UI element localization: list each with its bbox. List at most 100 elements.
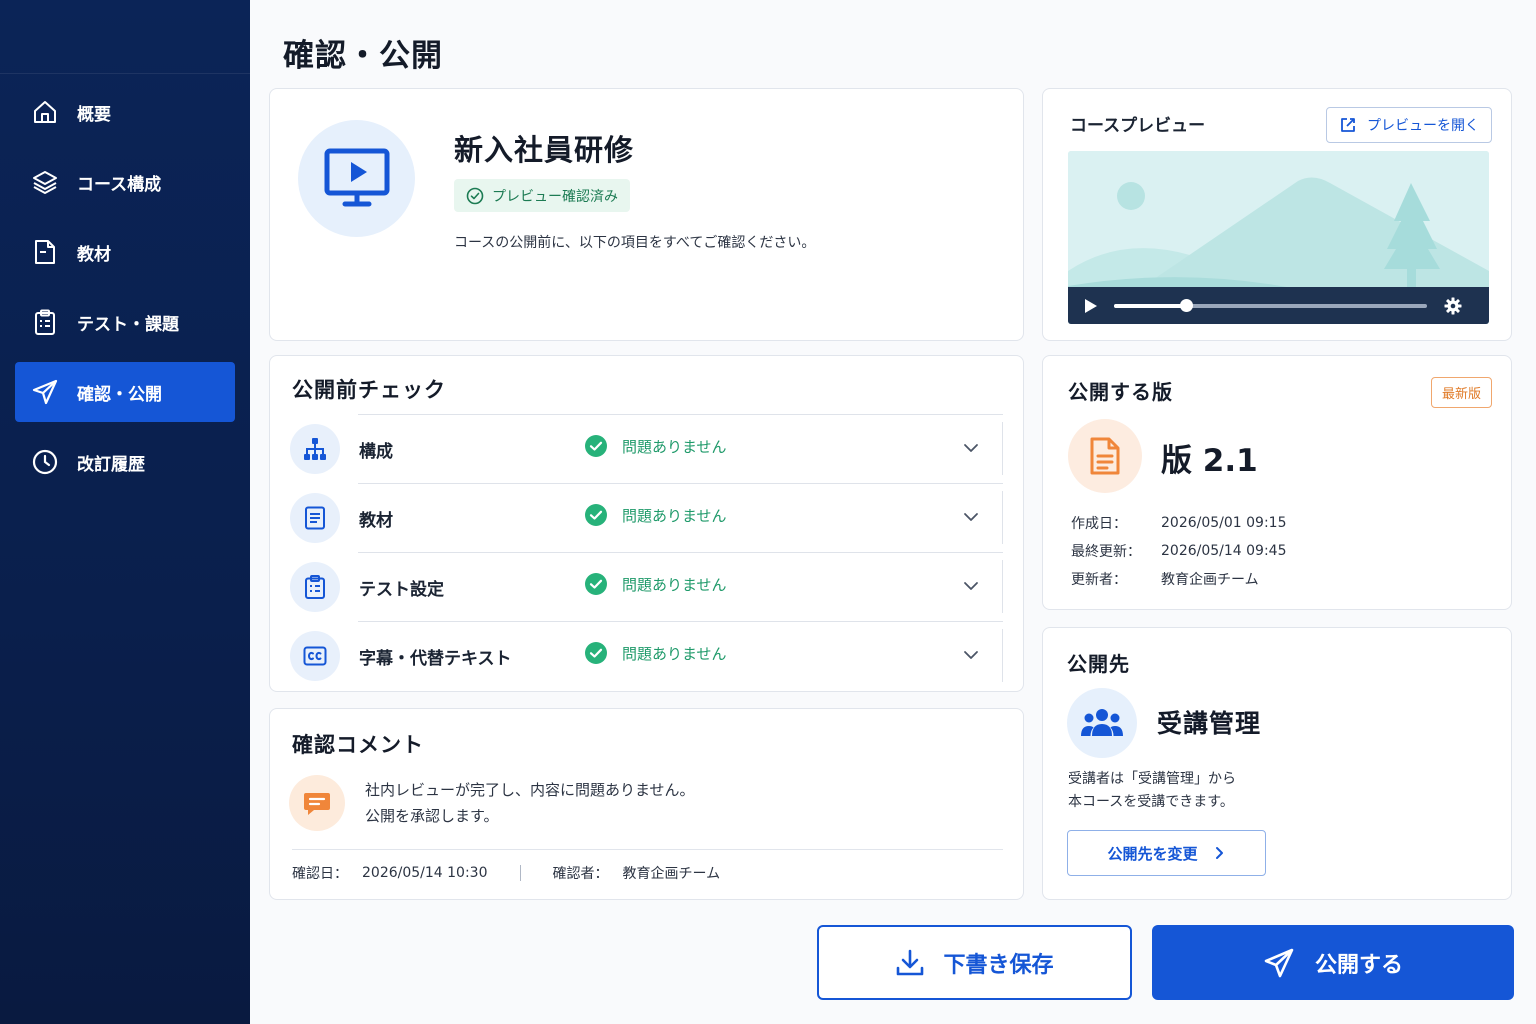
layers-icon xyxy=(31,168,59,196)
change-target-button[interactable]: 公開先を変更 xyxy=(1067,830,1266,876)
version-meta-row: 更新者： 教育企画チーム xyxy=(1071,565,1287,593)
check-circle-icon xyxy=(585,435,607,457)
check-row-structure[interactable]: 構成 問題ありません xyxy=(270,414,1023,483)
course-icon-badge xyxy=(298,120,415,237)
check-status: 問題ありません xyxy=(584,434,727,458)
version-title: 公開する版 xyxy=(1068,380,1173,404)
review-date-label: 確認日： xyxy=(292,866,348,882)
sidebar-item-materials[interactable]: 教材 xyxy=(15,222,235,282)
comment-line: 公開を承認します。 xyxy=(365,807,499,825)
open-preview-button[interactable]: プレビューを開く xyxy=(1326,107,1492,143)
check-status-label: 問題ありません xyxy=(622,506,727,525)
row-divider xyxy=(1001,491,1003,544)
check-status-label: 問題ありません xyxy=(622,575,727,594)
chevron-down-icon[interactable] xyxy=(962,439,980,461)
check-circle-icon xyxy=(466,187,484,204)
save-draft-button[interactable]: 下書き保存 xyxy=(817,925,1132,1000)
course-description: コースの公開前に、以下の項目をすべてご確認ください。 xyxy=(454,235,816,251)
caption-icon xyxy=(290,631,340,681)
version-number: 版 2.1 xyxy=(1161,443,1258,479)
meta-value: 2026/05/01 09:15 xyxy=(1161,515,1287,531)
document-icon xyxy=(31,238,59,266)
document-lines-icon xyxy=(290,493,340,543)
video-progress-handle[interactable] xyxy=(1179,298,1193,312)
chevron-down-icon[interactable] xyxy=(962,508,980,530)
clipboard-icon xyxy=(31,308,59,336)
publish-version-card: 公開する版 最新版 版 2.1 作成日： 2026/05/01 09:15 最終… xyxy=(1042,355,1512,610)
target-description-line: 受講者は「受講管理」から xyxy=(1068,771,1236,787)
check-label: 字幕・代替テキスト xyxy=(359,649,512,669)
latest-version-badge: 最新版 xyxy=(1430,377,1492,408)
sidebar-item-label: テスト・課題 xyxy=(77,314,179,335)
row-divider xyxy=(1001,422,1003,475)
row-divider xyxy=(1001,629,1003,682)
comment-title: 確認コメント xyxy=(292,733,424,757)
sidebar-item-label: 改訂履歴 xyxy=(77,454,145,475)
course-summary-card: 新入社員研修 プレビュー確認済み コースの公開前に、以下の項目をすべてご確認くだ… xyxy=(269,88,1024,341)
check-list: 構成 問題ありません 教材 問題ありません テスト設定 問題ありません 字幕・代… xyxy=(270,414,1023,690)
video-progress-track[interactable] xyxy=(1114,298,1427,312)
check-label: 構成 xyxy=(359,442,393,462)
sidebar-item-label: 概要 xyxy=(77,104,111,125)
check-circle-icon xyxy=(585,504,607,526)
main-content: 確認・公開 新入社員研修 プレビュー確認済み コースの公開前に、以下の項目をすべ… xyxy=(250,0,1536,1024)
sidebar-item-course-structure[interactable]: コース構成 xyxy=(15,152,235,212)
check-label: 教材 xyxy=(359,511,393,531)
clipboard-icon xyxy=(290,562,340,612)
publish-label: 公開する xyxy=(1314,952,1403,978)
sidebar-item-label: コース構成 xyxy=(77,174,162,195)
checks-title: 公開前チェック xyxy=(292,378,446,402)
home-icon xyxy=(31,98,59,126)
sidebar-item-label: 教材 xyxy=(77,244,111,265)
comment-body: 社内レビューが完了し、内容に問題ありません。 公開を承認します。 xyxy=(365,777,695,829)
sidebar-nav: 概要 コース構成 教材 テスト・課題 確認・公開 改訂履歴 xyxy=(0,74,250,492)
status-badge: プレビュー確認済み xyxy=(454,179,630,212)
target-description: 受講者は「受講管理」から 本コースを受講できます。 xyxy=(1068,768,1236,814)
play-icon[interactable] xyxy=(1068,298,1114,314)
meta-key: 最終更新： xyxy=(1071,544,1141,560)
check-row-materials[interactable]: 教材 問題ありません xyxy=(270,483,1023,552)
meta-separator xyxy=(519,865,521,881)
save-draft-label: 下書き保存 xyxy=(943,952,1054,978)
publish-target-card: 公開先 受講管理 受講者は「受講管理」から 本コースを受講できます。 公開先を変… xyxy=(1042,627,1512,900)
meta-key: 更新者： xyxy=(1071,572,1127,588)
comment-line: 社内レビューが完了し、内容に問題ありません。 xyxy=(365,781,695,799)
chat-bubble-icon xyxy=(289,775,345,831)
check-row-test-settings[interactable]: テスト設定 問題ありません xyxy=(270,552,1023,621)
sidebar-item-tests[interactable]: テスト・課題 xyxy=(15,292,235,352)
sidebar-header xyxy=(0,0,250,74)
chevron-down-icon[interactable] xyxy=(962,646,980,668)
check-status: 問題ありません xyxy=(584,503,727,527)
page-title: 確認・公開 xyxy=(283,38,443,74)
check-status-label: 問題ありません xyxy=(622,644,727,663)
sidebar-item-revision-history[interactable]: 改訂履歴 xyxy=(15,432,235,492)
check-row-captions[interactable]: 字幕・代替テキスト 問題ありません xyxy=(270,621,1023,690)
chevron-down-icon[interactable] xyxy=(962,577,980,599)
sidebar-item-overview[interactable]: 概要 xyxy=(15,82,235,142)
gear-icon[interactable] xyxy=(1444,297,1462,315)
open-preview-label: プレビューを開く xyxy=(1367,118,1479,134)
download-icon xyxy=(897,949,924,975)
sitemap-icon xyxy=(290,424,340,474)
send-icon xyxy=(31,378,59,406)
meta-value: 教育企画チーム xyxy=(1161,572,1259,588)
version-meta: 作成日： 2026/05/01 09:15 最終更新： 2026/05/14 0… xyxy=(1071,509,1287,593)
document-icon xyxy=(1068,419,1142,493)
publish-button[interactable]: 公開する xyxy=(1152,925,1514,1000)
sidebar-item-review-publish[interactable]: 確認・公開 xyxy=(15,362,235,422)
video-controls xyxy=(1068,287,1489,324)
pre-publish-check-card: 公開前チェック 構成 問題ありません 教材 問題ありません テスト設定 問題あり… xyxy=(269,355,1024,692)
target-title: 公開先 xyxy=(1067,652,1130,676)
target-description-line: 本コースを受講できます。 xyxy=(1068,794,1234,810)
review-comment-card: 確認コメント 社内レビューが完了し、内容に問題ありません。 公開を承認します。 … xyxy=(269,708,1024,900)
review-date-value: 2026/05/14 10:30 xyxy=(362,865,488,881)
check-circle-icon xyxy=(585,642,607,664)
version-meta-row: 作成日： 2026/05/01 09:15 xyxy=(1071,509,1287,537)
send-icon xyxy=(1264,948,1294,977)
video-player[interactable] xyxy=(1068,151,1489,324)
external-link-icon xyxy=(1341,118,1355,132)
preview-label: コースプレビュー xyxy=(1070,116,1206,136)
reviewer-value: 教育企画チーム xyxy=(622,866,721,882)
target-name: 受講管理 xyxy=(1157,709,1262,738)
sidebar: 概要 コース構成 教材 テスト・課題 確認・公開 改訂履歴 xyxy=(0,0,250,1024)
